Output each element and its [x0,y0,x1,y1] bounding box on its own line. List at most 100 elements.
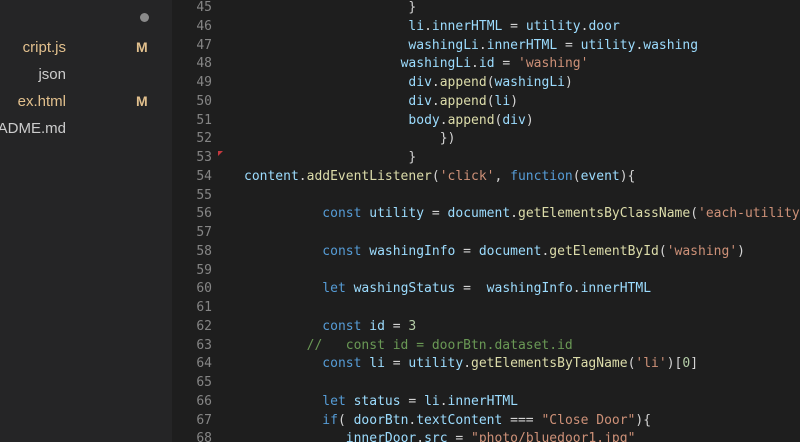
code-token: = [494,56,519,72]
line-number: 64 [196,356,212,372]
line-number: 66 [196,393,212,409]
code-token: doorBtn [353,412,409,428]
code-line[interactable]: 53} [172,149,800,168]
code-token: innerHTML [580,281,652,297]
code-token: // const id = doorBtn.dataset.id [306,337,573,353]
line-number: 65 [196,375,212,390]
code-line[interactable]: 45} [172,0,800,18]
code-line[interactable]: 63 // const id = doorBtn.dataset.id [172,337,800,356]
code-token: = [455,243,479,259]
code-token: ) [510,93,519,109]
code-line[interactable]: 61 [172,299,800,318]
code-line[interactable]: 48 washingLi.id = 'washing' [172,55,800,74]
line-number: 67 [196,412,212,428]
code-line[interactable]: 67 if( doorBtn.textContent === "Close Doo… [172,412,800,431]
code-token: washingLi [400,56,472,72]
code-token: . [439,112,448,128]
code-token: ){ [619,168,636,184]
file-name: json [38,66,66,83]
code-token: = [455,281,487,297]
code-token: id [369,318,385,334]
code-token: } [408,0,417,15]
code-token: const [322,243,362,259]
code-token: getElementsByTagName [471,356,628,372]
code-token: div [502,112,526,128]
code-line[interactable]: 52}) [172,130,800,149]
code-token: append [439,93,487,109]
line-number: 48 [196,56,212,72]
code-token: )[ [666,356,683,372]
git-status-badge: M [136,39,148,55]
code-text: li.innerHTML = utility.door [408,18,619,37]
code-token: washingStatus [353,281,456,297]
unsaved-dot-icon[interactable] [140,13,149,22]
code-token: 'washing' [666,243,738,259]
line-number: 52 [196,131,212,147]
code-line[interactable]: 58 const washingInfo = document.getElemen… [172,243,800,262]
code-editor[interactable]: 45} 46 li.innerHTML = utility.door 47 washin… [172,0,800,442]
fold-marker-icon[interactable] [218,151,223,156]
code-line[interactable]: 66 let status = li.innerHTML [172,393,800,412]
line-number: 51 [196,112,212,128]
line-number: 57 [196,225,212,240]
code-token: . [416,431,425,442]
code-text: let washingStatus = washingInfo.innerHTM… [322,280,651,299]
code-token: 'each-utility' [698,206,800,222]
code-token: src [424,431,448,442]
code-text: } [408,0,416,18]
line-number: 50 [196,93,212,109]
file-item[interactable]: cript.js M [0,34,172,61]
code-token: 3 [408,318,417,334]
code-token: = [424,206,448,222]
code-token: content [244,168,299,184]
file-item[interactable]: ADME.md [0,115,172,142]
code-token: textContent [416,412,503,428]
code-token: utility [525,18,581,34]
code-text: const id = 3 [322,318,416,337]
file-item[interactable]: ex.html M [0,88,172,115]
line-number: 55 [196,187,212,203]
code-token: }) [439,131,456,147]
code-line[interactable]: 56 const utility = document.getElementsBy… [172,205,800,224]
line-number: 46 [196,18,212,34]
code-text: if( doorBtn.textContent === "Close Door"… [322,412,651,431]
code-text: innerDoor.src = "photo/bluedoor1.jpg" [346,430,636,442]
code-token: . [439,393,448,409]
code-text: const utility = document.getElementsByCl… [322,205,800,224]
code-line[interactable]: 60 let washingStatus = washingInfo.innerH… [172,280,800,299]
code-line[interactable]: 55 [172,187,800,206]
line-number: 58 [196,243,212,259]
code-token: = [447,431,472,442]
code-line[interactable]: 57 [172,224,800,243]
code-line[interactable]: 47 washingLi.innerHTML = utility.washing [172,37,800,56]
code-line[interactable]: 49 div.append(washingLi) [172,74,800,93]
code-token: append [447,112,495,128]
code-line[interactable]: 65 [172,374,800,393]
code-token: . [471,56,479,72]
code-line[interactable]: 68 innerDoor.src = "photo/bluedoor1.jpg" [172,430,800,442]
code-token: ) [564,75,573,90]
code-text: const li = utility.getElementsByTagName(… [322,355,698,374]
code-line[interactable]: 46 li.innerHTML = utility.door [172,18,800,37]
code-token: li [408,18,425,34]
file-item[interactable]: json [0,61,172,88]
code-token: id [478,56,495,72]
code-line[interactable]: 51 body.append(div) [172,112,800,131]
code-token: ( [690,206,699,222]
code-line[interactable]: 54 content.addEventListener('click', func… [172,168,800,187]
code-token: div [408,75,432,90]
code-token: utility [408,356,464,372]
code-token: = [384,356,409,372]
code-token: = [400,393,425,409]
code-token: washingLi [494,75,565,90]
code-token: li [494,93,511,109]
code-line[interactable]: 64 const li = utility.getElementsByTagNam… [172,355,800,374]
line-number: 62 [196,318,212,334]
code-text: }) [440,130,456,149]
code-line[interactable]: 59 [172,262,800,281]
code-token: washingLi [408,37,479,53]
code-token: = [384,318,409,334]
code-line[interactable]: 62 const id = 3 [172,318,800,337]
code-line[interactable]: 50 div.append(li) [172,93,800,112]
